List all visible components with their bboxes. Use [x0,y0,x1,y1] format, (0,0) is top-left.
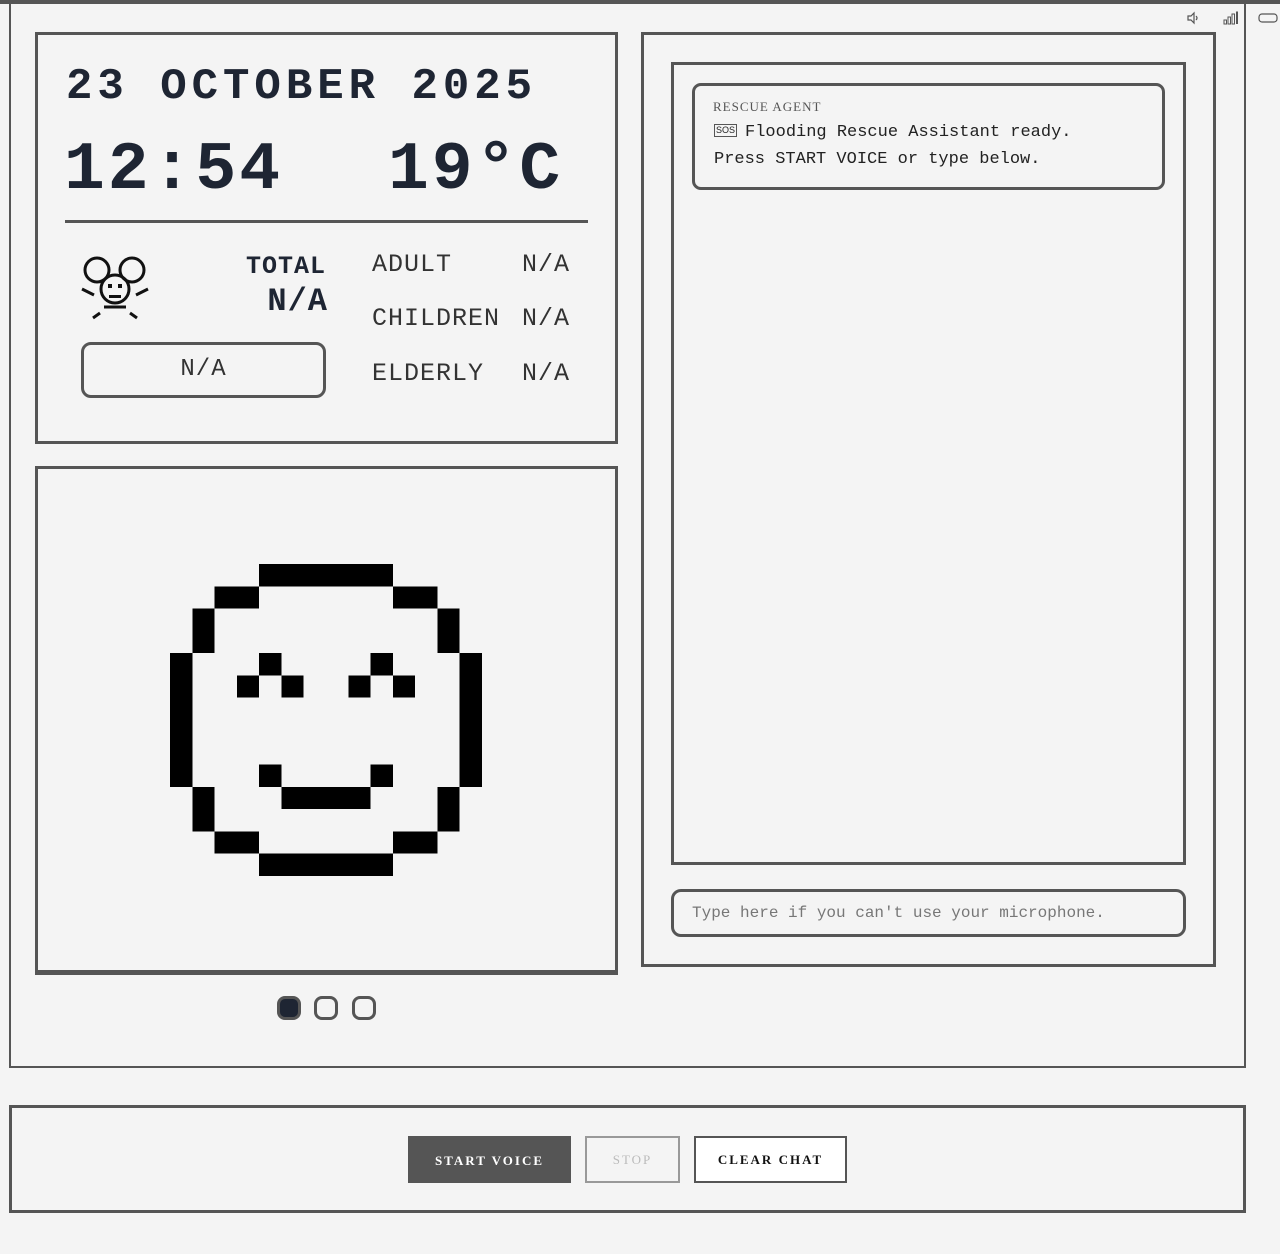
temperature-display: 19°C [388,132,564,209]
message-line-1: SOS Flooding Rescue Assistant ready. [714,123,1071,142]
children-label: CHILDREN [372,304,501,333]
carousel-dot-3[interactable] [352,996,376,1020]
chat-input[interactable] [671,889,1186,937]
status-indicator: N/A [81,342,326,398]
smiley-face-icon [170,564,482,876]
children-value: N/A [522,304,571,333]
total-label: TOTAL [245,252,326,281]
elderly-value: N/A [522,359,571,388]
sos-icon: SOS [714,124,738,137]
carousel-dot-2[interactable] [314,996,338,1020]
battery-icon [1258,13,1278,23]
elderly-label: ELDERLY [372,359,485,388]
stop-button[interactable]: STOP [585,1136,680,1183]
clear-chat-button[interactable]: CLEAR CHAT [694,1136,847,1183]
message-sender: RESCUE AGENT [713,99,822,114]
start-voice-button[interactable]: START VOICE [408,1136,571,1183]
message-text-1: Flooding Rescue Assistant ready. [745,123,1072,142]
total-value: N/A [267,283,328,320]
message-line-2: Press START VOICE or type below. [714,150,1041,169]
date-display: 23 OCTOBER 2025 [66,62,538,112]
divider [65,220,588,223]
adult-value: N/A [522,250,571,279]
family-icon [81,256,149,320]
clock-display: 12:54 [64,132,284,209]
carousel-dot-1[interactable] [277,996,301,1020]
adult-label: ADULT [372,250,453,279]
